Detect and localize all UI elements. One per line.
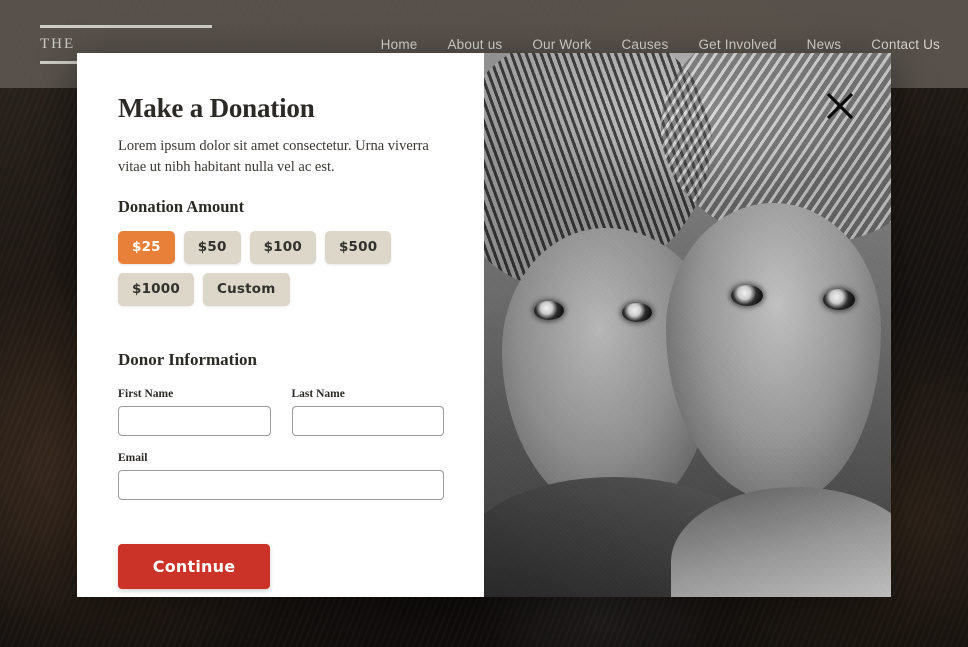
amount-option-custom[interactable]: Custom	[202, 273, 290, 306]
email-input[interactable]	[118, 469, 444, 500]
name-field-row: First Name Last Name	[118, 388, 444, 436]
donation-modal-photo	[484, 53, 891, 597]
email-field-group: Email	[118, 452, 444, 500]
amount-option-500[interactable]: $500	[324, 231, 392, 264]
close-x-glyph	[826, 92, 854, 120]
continue-button[interactable]: Continue	[118, 543, 270, 589]
nav-item-home[interactable]: Home	[381, 37, 418, 52]
amount-option-1000[interactable]: $1000	[118, 273, 194, 306]
donation-amount-heading: Donation Amount	[118, 197, 245, 217]
close-icon[interactable]	[822, 88, 858, 124]
first-name-label: First Name	[118, 387, 174, 400]
modal-description: Lorem ipsum dolor sit amet consectetur. …	[118, 138, 429, 175]
first-name-field-group: First Name	[118, 388, 271, 436]
donor-information-heading: Donor Information	[118, 349, 257, 369]
photo-grain-overlay	[484, 53, 891, 597]
email-label: Email	[118, 451, 148, 464]
amount-option-25[interactable]: $25	[118, 231, 175, 264]
modal-title: Make a Donation	[118, 93, 315, 123]
donation-modal: Make a Donation Lorem ipsum dolor sit am…	[77, 53, 891, 597]
nav-item-about-us[interactable]: About us	[447, 37, 502, 52]
donation-form-pane: Make a Donation Lorem ipsum dolor sit am…	[77, 53, 484, 597]
last-name-field-group: Last Name	[291, 387, 444, 436]
photo-canvas	[484, 53, 891, 597]
donation-amount-options: $25 $50 $100 $500 $1000 Custom	[118, 231, 408, 306]
nav-item-get-involved[interactable]: Get Involved	[698, 37, 776, 52]
nav-item-contact-us[interactable]: Contact Us	[871, 37, 940, 52]
last-name-input[interactable]	[291, 405, 444, 436]
nav-item-news[interactable]: News	[807, 37, 842, 52]
first-name-input[interactable]	[118, 405, 271, 436]
last-name-label: Last Name	[291, 387, 345, 400]
amount-option-50[interactable]: $50	[183, 231, 241, 264]
nav-item-our-work[interactable]: Our Work	[532, 37, 591, 52]
main-navigation: Home About us Our Work Causes Get Involv…	[381, 37, 940, 52]
nav-item-causes[interactable]: Causes	[621, 37, 668, 52]
amount-option-100[interactable]: $100	[249, 231, 316, 264]
